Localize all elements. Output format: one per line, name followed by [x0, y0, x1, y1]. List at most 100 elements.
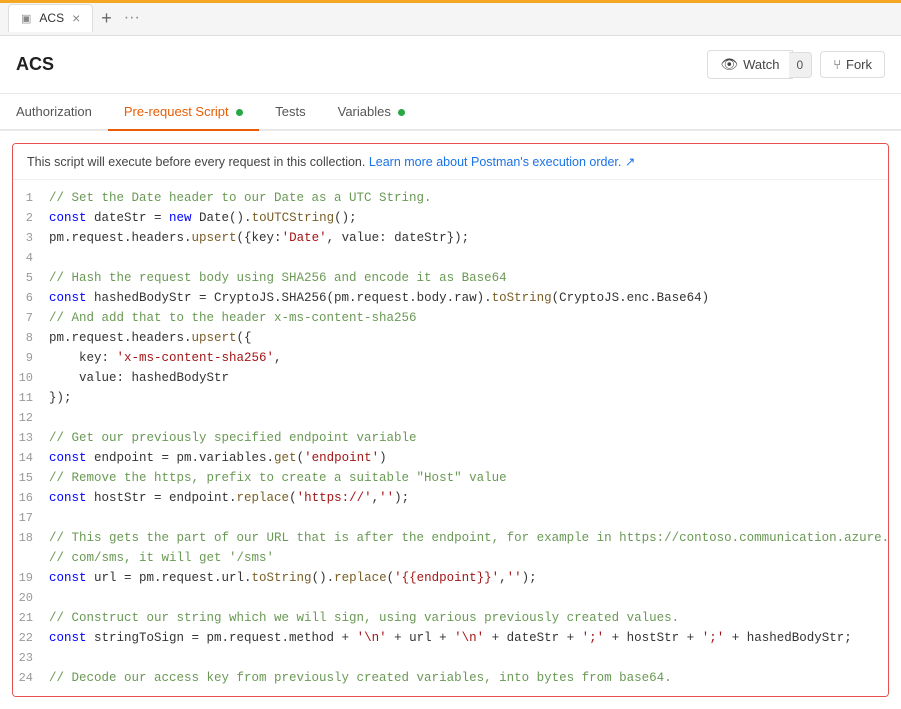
code-editor[interactable]: 1// Set the Date header to our Date as a…: [13, 180, 888, 696]
line-content: value: hashedBodyStr: [49, 368, 229, 388]
line-number: 2: [13, 208, 49, 228]
line-number: 4: [13, 248, 49, 268]
line-content: const endpoint = pm.variables.get('endpo…: [49, 448, 387, 468]
watch-count: 0: [789, 52, 813, 78]
line-content: // Set the Date header to our Date as a …: [49, 188, 432, 208]
code-line: 9 key: 'x-ms-content-sha256',: [13, 348, 888, 368]
line-content: pm.request.headers.upsert({key:'Date', v…: [49, 228, 469, 248]
code-line: 16const hostStr = endpoint.replace('http…: [13, 488, 888, 508]
line-content: });: [49, 388, 72, 408]
line-number: 22: [13, 628, 49, 648]
line-number: 3: [13, 228, 49, 248]
watch-group: 👁 Watch 0: [707, 50, 812, 79]
line-number: 7: [13, 308, 49, 328]
line-number: 15: [13, 468, 49, 488]
code-line: // com/sms, it will get '/sms': [13, 548, 888, 568]
code-line: 22const stringToSign = pm.request.method…: [13, 628, 888, 648]
line-content: key: 'x-ms-content-sha256',: [49, 348, 282, 368]
line-number: 6: [13, 288, 49, 308]
header-actions: 👁 Watch 0 ⑂ Fork: [707, 50, 885, 79]
collection-header: ACS 👁 Watch 0 ⑂ Fork: [0, 36, 901, 94]
line-number: 10: [13, 368, 49, 388]
line-number: 9: [13, 348, 49, 368]
line-content: // This gets the part of our URL that is…: [49, 528, 888, 548]
fork-button[interactable]: ⑂ Fork: [820, 51, 885, 78]
code-line: 13// Get our previously specified endpoi…: [13, 428, 888, 448]
line-content: // Hash the request body using SHA256 an…: [49, 268, 507, 288]
collection-icon: ▣: [21, 12, 31, 25]
line-number: 5: [13, 268, 49, 288]
watch-button[interactable]: 👁 Watch: [707, 50, 792, 79]
line-content: const stringToSign = pm.request.method +…: [49, 628, 852, 648]
code-line: 7// And add that to the header x-ms-cont…: [13, 308, 888, 328]
title-bar: ▣ ACS × + ···: [0, 0, 901, 36]
line-content: // Construct our string which we will si…: [49, 608, 679, 628]
line-number: 11: [13, 388, 49, 408]
code-line: 11});: [13, 388, 888, 408]
line-number: 17: [13, 508, 49, 528]
watch-label: Watch: [743, 57, 779, 72]
line-content: // Remove the https, prefix to create a …: [49, 468, 507, 488]
code-line: 14const endpoint = pm.variables.get('end…: [13, 448, 888, 468]
tab-variables[interactable]: Variables: [322, 94, 422, 131]
code-line: 15// Remove the https, prefix to create …: [13, 468, 888, 488]
line-content: // com/sms, it will get '/sms': [49, 548, 274, 568]
code-line: 19const url = pm.request.url.toString().…: [13, 568, 888, 588]
line-content: pm.request.headers.upsert({: [49, 328, 252, 348]
variables-dot: [398, 109, 405, 116]
line-content: // Get our previously specified endpoint…: [49, 428, 417, 448]
tab-prerequest-script[interactable]: Pre-request Script: [108, 94, 259, 131]
tabs-navigation: Authorization Pre-request Script Tests V…: [0, 94, 901, 131]
code-line: 21// Construct our string which we will …: [13, 608, 888, 628]
line-number: 19: [13, 568, 49, 588]
tab-tests[interactable]: Tests: [259, 94, 321, 131]
tab-authorization[interactable]: Authorization: [0, 94, 108, 131]
line-number: 12: [13, 408, 49, 428]
tab-title: ACS: [39, 11, 64, 25]
code-line: 1// Set the Date header to our Date as a…: [13, 188, 888, 208]
line-number: 8: [13, 328, 49, 348]
code-line: 2const dateStr = new Date().toUTCString(…: [13, 208, 888, 228]
fork-label: Fork: [846, 57, 872, 72]
line-number: 16: [13, 488, 49, 508]
new-tab-button[interactable]: +: [93, 9, 120, 27]
prerequest-dot: [236, 109, 243, 116]
line-number: 23: [13, 648, 49, 668]
line-number: 24: [13, 668, 49, 688]
code-line: 23: [13, 648, 888, 668]
eye-icon: 👁: [720, 56, 738, 73]
line-number: 21: [13, 608, 49, 628]
code-line: 12: [13, 408, 888, 428]
code-line: 20: [13, 588, 888, 608]
code-line: 18// This gets the part of our URL that …: [13, 528, 888, 548]
top-accent-bar: [0, 0, 901, 3]
code-line: 8pm.request.headers.upsert({: [13, 328, 888, 348]
collection-title: ACS: [16, 54, 54, 75]
line-content: const hashedBodyStr = CryptoJS.SHA256(pm…: [49, 288, 709, 308]
code-line: 6const hashedBodyStr = CryptoJS.SHA256(p…: [13, 288, 888, 308]
line-content: // And add that to the header x-ms-conte…: [49, 308, 417, 328]
code-line: 17: [13, 508, 888, 528]
line-number: 18: [13, 528, 49, 548]
line-number: 20: [13, 588, 49, 608]
code-line: 24// Decode our access key from previous…: [13, 668, 888, 688]
line-content: const hostStr = endpoint.replace('https:…: [49, 488, 409, 508]
line-content: const url = pm.request.url.toString().re…: [49, 568, 537, 588]
line-number: 13: [13, 428, 49, 448]
line-content: const dateStr = new Date().toUTCString()…: [49, 208, 357, 228]
script-info-text: This script will execute before every re…: [27, 155, 365, 169]
code-line: 3pm.request.headers.upsert({key:'Date', …: [13, 228, 888, 248]
script-info-bar: This script will execute before every re…: [13, 144, 888, 180]
code-line: 5// Hash the request body using SHA256 a…: [13, 268, 888, 288]
line-content: // Decode our access key from previously…: [49, 668, 672, 688]
code-line: 4: [13, 248, 888, 268]
line-number: 1: [13, 188, 49, 208]
tab-close-button[interactable]: ×: [72, 10, 80, 26]
more-tabs-button[interactable]: ···: [120, 9, 144, 27]
learn-more-link[interactable]: Learn more about Postman's execution ord…: [369, 155, 635, 169]
code-line: 10 value: hashedBodyStr: [13, 368, 888, 388]
script-area: This script will execute before every re…: [12, 143, 889, 697]
line-number: 14: [13, 448, 49, 468]
fork-icon: ⑂: [833, 57, 841, 72]
browser-tab[interactable]: ▣ ACS ×: [8, 4, 93, 32]
